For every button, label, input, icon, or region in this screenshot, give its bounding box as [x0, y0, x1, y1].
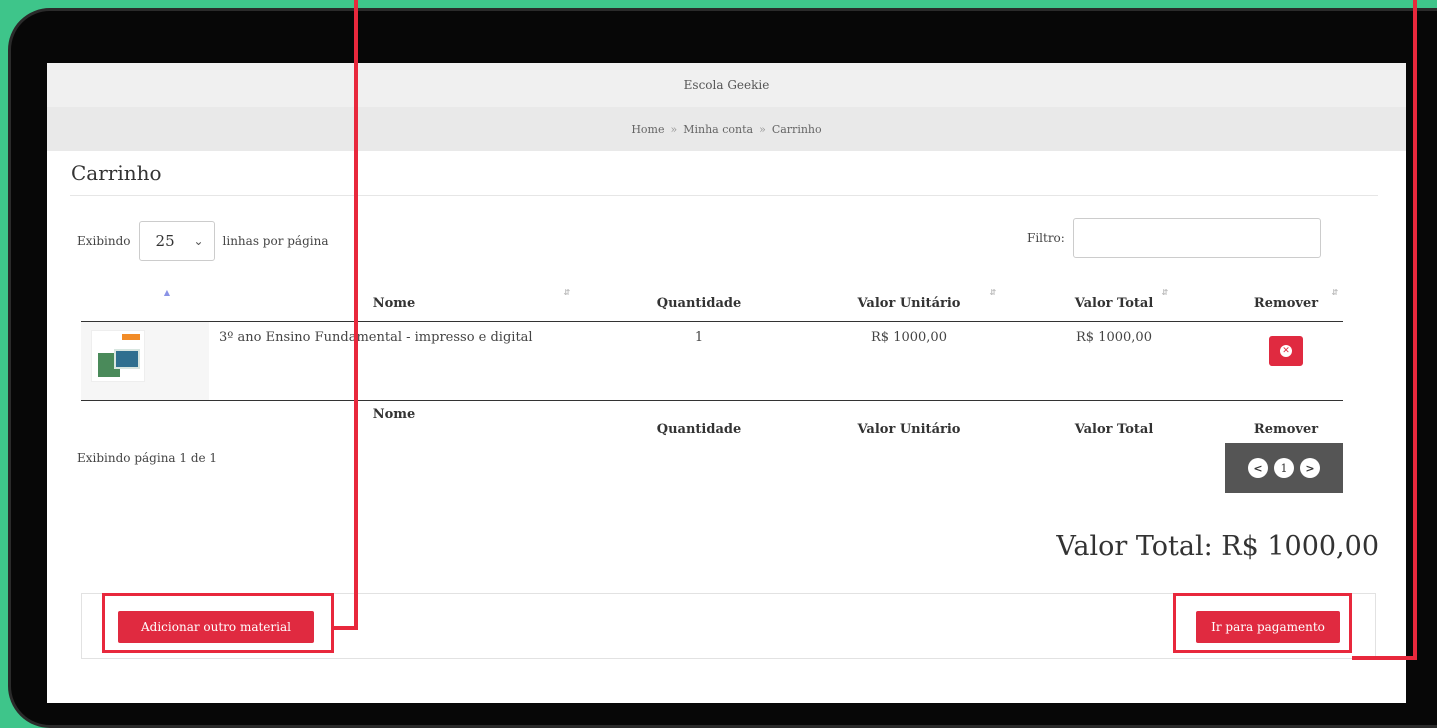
remove-item-button[interactable]: ✕ — [1269, 336, 1303, 366]
filter-input[interactable] — [1073, 218, 1321, 258]
product-total-price: R$ 1000,00 — [1076, 330, 1152, 345]
annotation-line — [354, 0, 358, 630]
annotation-line — [1413, 0, 1417, 660]
pagination: < 1 > — [1225, 443, 1343, 493]
next-page-button[interactable]: > — [1300, 458, 1320, 478]
product-name: 3º ano Ensino Fundamental - impresso e d… — [219, 330, 533, 345]
rows-per-page-select[interactable]: 25 ⌄ — [138, 221, 215, 261]
prev-page-button[interactable]: < — [1248, 458, 1268, 478]
breadcrumb: Home » Minha conta » Carrinho — [47, 107, 1406, 151]
column-header-remove-label: Remover — [1253, 296, 1319, 311]
breadcrumb-account[interactable]: Minha conta — [683, 123, 753, 136]
rows-per-page-control: Exibindo 25 ⌄ linhas por página — [77, 221, 329, 261]
column-header-unit-price-label: Valor Unitário — [857, 296, 961, 311]
sort-icon: ⇵ — [1331, 288, 1339, 297]
product-unit-price: R$ 1000,00 — [871, 330, 947, 345]
breadcrumb-separator: » — [759, 122, 766, 136]
cart-total: Valor Total: R$ 1000,00 — [1056, 531, 1379, 562]
annotation-line — [334, 626, 358, 630]
close-icon: ✕ — [1280, 345, 1292, 357]
page-number-button[interactable]: 1 — [1274, 458, 1294, 478]
page-title: Carrinho — [71, 161, 162, 185]
rows-per-page-value: 25 — [155, 232, 175, 250]
table-row: 3º ano Ensino Fundamental - impresso e d… — [81, 321, 1343, 401]
product-thumbnail — [91, 330, 145, 382]
column-header-name[interactable]: Nome ⇵ — [209, 277, 579, 322]
highlight-box-add — [102, 593, 334, 653]
column-header-name-label: Nome — [372, 296, 416, 311]
annotation-line — [1352, 656, 1417, 660]
column-header-image[interactable]: ▲ — [81, 277, 209, 322]
pagination-info: Exibindo página 1 de 1 — [77, 451, 218, 465]
grade-tag — [122, 334, 140, 340]
rows-per-page-prefix: Exibindo — [77, 234, 131, 248]
site-title[interactable]: Escola Geekie — [684, 78, 770, 92]
title-divider — [70, 195, 1378, 196]
highlight-box-pay — [1173, 593, 1352, 653]
cart-table: ▲ Nome ⇵ Quantidade Valor Unitário ⇵ Val — [81, 277, 1343, 457]
breadcrumb-home[interactable]: Home — [631, 123, 664, 136]
breadcrumb-cart: Carrinho — [771, 122, 822, 136]
remove-cell: ✕ — [1229, 322, 1343, 401]
footer-image — [81, 400, 209, 457]
rows-per-page-suffix: linhas por página — [222, 234, 329, 248]
footer-unit-price: Valor Unitário — [819, 400, 999, 457]
sort-asc-icon: ▲ — [163, 288, 171, 297]
breadcrumb-separator: » — [670, 122, 678, 136]
footer-total-price: Valor Total — [999, 400, 1229, 457]
product-image-cell — [81, 321, 209, 401]
column-header-quantity[interactable]: Quantidade — [579, 277, 819, 322]
product-quantity: 1 — [694, 330, 704, 345]
tablet-screen — [114, 349, 140, 369]
column-header-quantity-label: Quantidade — [656, 296, 742, 311]
footer-quantity: Quantidade — [579, 400, 819, 457]
column-header-remove[interactable]: Remover ⇵ — [1229, 277, 1343, 322]
chevron-down-icon: ⌄ — [193, 234, 204, 248]
column-header-unit-price[interactable]: Valor Unitário ⇵ — [819, 277, 999, 322]
filter-label: Filtro: — [1027, 231, 1065, 245]
sort-icon: ⇵ — [563, 288, 571, 297]
column-header-total-price[interactable]: Valor Total ⇵ — [999, 277, 1229, 322]
column-header-total-price-label: Valor Total — [1074, 296, 1154, 311]
sort-icon: ⇵ — [989, 288, 997, 297]
sort-icon: ⇵ — [1161, 288, 1169, 297]
footer-name: Nome — [209, 400, 579, 457]
site-header: Escola Geekie — [47, 63, 1406, 107]
